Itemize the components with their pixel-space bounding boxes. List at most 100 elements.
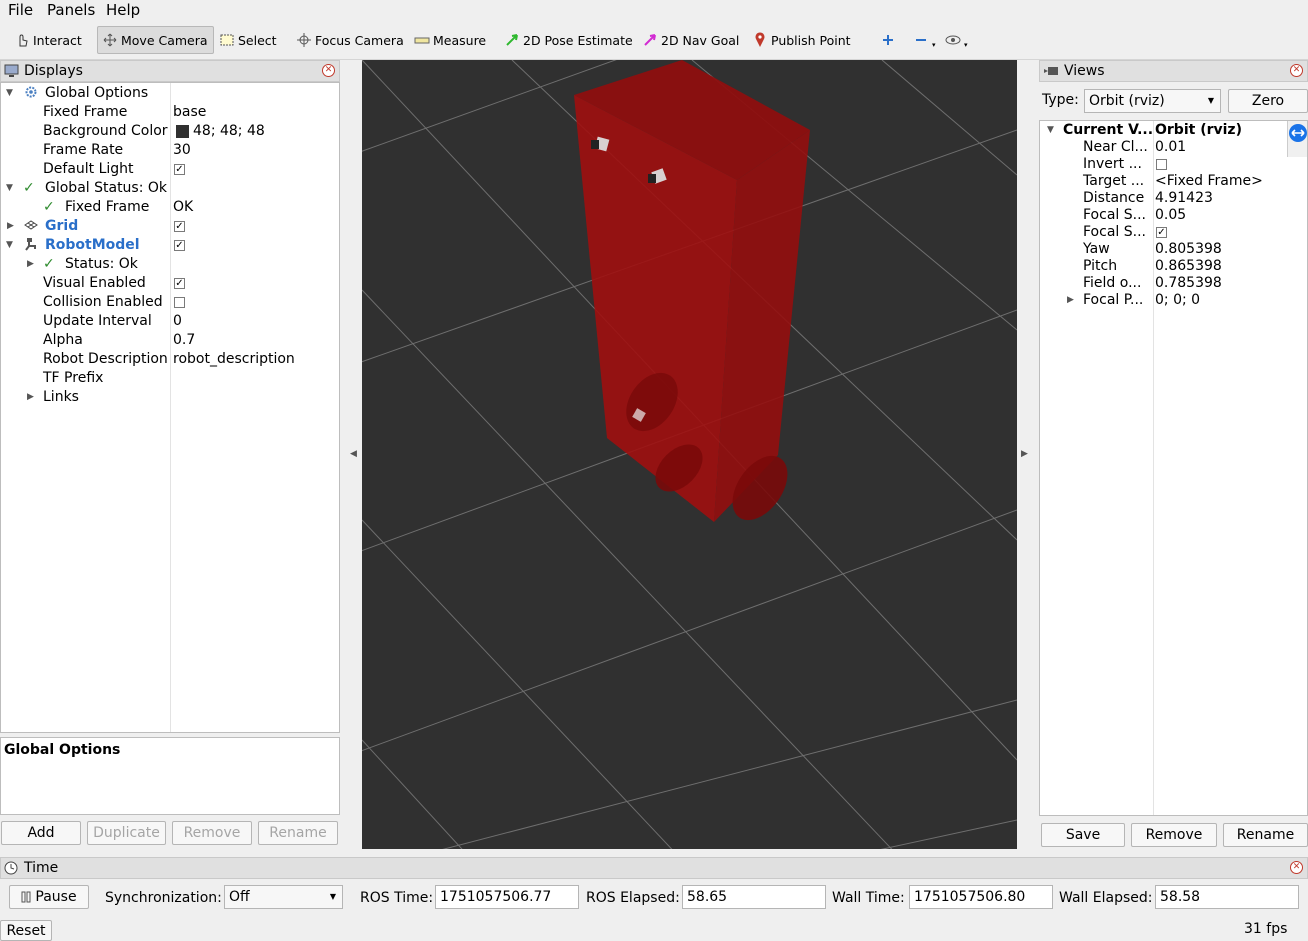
- target-frame-value[interactable]: <Fixed Frame>: [1155, 173, 1263, 190]
- field-of-view-row[interactable]: Field o... 0.785398: [1040, 275, 1307, 292]
- menu-panels[interactable]: Panels: [47, 1, 95, 19]
- focus-camera-tool[interactable]: Focus Camera: [292, 26, 408, 54]
- synchronization-label: Synchronization:: [105, 890, 222, 906]
- links-row[interactable]: ▶ Links: [1, 388, 339, 407]
- frame-rate-row[interactable]: Frame Rate 30: [1, 141, 339, 160]
- focal-shape-fixed-label: Focal S...: [1083, 224, 1146, 240]
- invert-label: Invert ...: [1083, 156, 1142, 172]
- add-display-button[interactable]: Add: [1, 821, 81, 845]
- ros-elapsed-field[interactable]: 58.65: [682, 885, 826, 909]
- alpha-value[interactable]: 0.7: [173, 331, 195, 350]
- robot-description-value[interactable]: robot_description: [173, 350, 295, 369]
- collision-enabled-row[interactable]: Collision Enabled: [1, 293, 339, 312]
- measure-tool[interactable]: Measure: [410, 26, 490, 54]
- pitch-value[interactable]: 0.865398: [1155, 258, 1222, 275]
- robot-description-row[interactable]: Robot Description robot_description: [1, 350, 339, 369]
- duplicate-display-button[interactable]: Duplicate: [87, 821, 166, 845]
- distance-row[interactable]: Distance 4.91423: [1040, 190, 1307, 207]
- focal-shape-fixed-row[interactable]: Focal S... ✓: [1040, 224, 1307, 241]
- alpha-row[interactable]: Alpha 0.7: [1, 331, 339, 350]
- interact-tool[interactable]: Interact: [10, 26, 86, 54]
- render-viewport[interactable]: [362, 60, 1017, 849]
- collapse-right-icon[interactable]: ▶: [1021, 449, 1028, 459]
- ros-time-label: ROS Time:: [360, 890, 434, 906]
- yaw-value[interactable]: 0.805398: [1155, 241, 1222, 258]
- ros-time-field[interactable]: 1751057506.77: [435, 885, 579, 909]
- wall-elapsed-field[interactable]: 58.58: [1155, 885, 1299, 909]
- update-interval-row[interactable]: Update Interval 0: [1, 312, 339, 331]
- pose-estimate-tool[interactable]: 2D Pose Estimate: [500, 26, 637, 54]
- frame-rate-value[interactable]: 30: [173, 141, 191, 160]
- measure-label: Measure: [433, 32, 487, 48]
- background-color-row[interactable]: Background Color 48; 48; 48: [1, 122, 339, 141]
- update-interval-value[interactable]: 0: [173, 312, 182, 331]
- rename-view-button[interactable]: Rename: [1223, 823, 1308, 847]
- select-tool[interactable]: Select: [215, 26, 281, 54]
- pause-button[interactable]: Pause: [9, 885, 89, 909]
- map-pin-icon: [752, 32, 768, 48]
- menu-help[interactable]: Help: [106, 1, 140, 19]
- view-options-button[interactable]: ▾: [941, 26, 972, 54]
- menu-file[interactable]: File: [8, 1, 33, 19]
- visual-enabled-checkbox[interactable]: ✓: [174, 278, 185, 289]
- visual-enabled-row[interactable]: Visual Enabled ✓: [1, 274, 339, 293]
- focal-point-row[interactable]: ▶ Focal P... 0; 0; 0: [1040, 292, 1307, 309]
- rename-display-button[interactable]: Rename: [258, 821, 338, 845]
- tf-prefix-row[interactable]: TF Prefix: [1, 369, 339, 388]
- color-swatch[interactable]: [176, 125, 189, 138]
- global-status-row[interactable]: ▼ ✓ Global Status: Ok: [1, 179, 339, 198]
- grid-row[interactable]: ▶ Grid ✓: [1, 217, 339, 236]
- close-displays-icon[interactable]: ✕: [322, 64, 335, 77]
- fixed-frame-value[interactable]: base: [173, 103, 206, 122]
- focal-shape-size-row[interactable]: Focal S... 0.05: [1040, 207, 1307, 224]
- remove-tool-button[interactable]: ▾: [909, 26, 940, 54]
- view-type-select[interactable]: Orbit (rviz) ▼: [1084, 89, 1221, 113]
- target-frame-row[interactable]: Target ... <Fixed Frame>: [1040, 173, 1307, 190]
- reset-button[interactable]: Reset: [0, 920, 52, 941]
- status-fixed-frame-row[interactable]: ✓ Fixed Frame OK: [1, 198, 339, 217]
- background-color-label: Background Color: [43, 123, 168, 139]
- grid-checkbox[interactable]: ✓: [174, 221, 185, 232]
- remove-view-button[interactable]: Remove: [1131, 823, 1217, 847]
- robot-model-row[interactable]: ▼ RobotModel ✓: [1, 236, 339, 255]
- move-camera-tool[interactable]: Move Camera: [97, 26, 214, 54]
- save-view-button[interactable]: Save: [1041, 823, 1125, 847]
- near-clip-value[interactable]: 0.01: [1155, 139, 1186, 156]
- zero-view-button[interactable]: Zero: [1228, 89, 1308, 113]
- remove-display-button[interactable]: Remove: [172, 821, 252, 845]
- robot-model-checkbox[interactable]: ✓: [174, 240, 185, 251]
- focal-shape-fixed-checkbox[interactable]: ✓: [1156, 227, 1167, 238]
- collapse-left-icon[interactable]: ◀: [350, 449, 357, 459]
- frame-rate-label: Frame Rate: [43, 142, 124, 158]
- robot-status-row[interactable]: ▶ ✓ Status: Ok: [1, 255, 339, 274]
- current-view-row[interactable]: ▼ Current V... Orbit (rviz): [1040, 122, 1307, 139]
- field-of-view-value[interactable]: 0.785398: [1155, 275, 1222, 292]
- collision-enabled-checkbox[interactable]: [174, 297, 185, 308]
- nav-goal-tool[interactable]: 2D Nav Goal: [638, 26, 743, 54]
- wall-time-field[interactable]: 1751057506.80: [909, 885, 1053, 909]
- near-clip-row[interactable]: Near Cl... 0.01: [1040, 139, 1307, 156]
- default-light-checkbox[interactable]: ✓: [174, 164, 185, 175]
- add-tool-button[interactable]: [876, 26, 903, 54]
- distance-value[interactable]: 4.91423: [1155, 190, 1213, 207]
- global-options-row[interactable]: ▼ Global Options: [1, 84, 339, 103]
- yaw-row[interactable]: Yaw 0.805398: [1040, 241, 1307, 258]
- invert-checkbox[interactable]: [1156, 159, 1167, 170]
- pitch-label: Pitch: [1083, 258, 1118, 274]
- background-color-value[interactable]: 48; 48; 48: [193, 122, 265, 141]
- invert-row[interactable]: Invert ...: [1040, 156, 1307, 173]
- default-light-row[interactable]: Default Light ✓: [1, 160, 339, 179]
- close-time-icon[interactable]: ✕: [1290, 861, 1303, 874]
- synchronization-select[interactable]: Off ▼: [224, 885, 343, 909]
- pitch-row[interactable]: Pitch 0.865398: [1040, 258, 1307, 275]
- focal-point-value[interactable]: 0; 0; 0: [1155, 292, 1200, 309]
- scene-canvas: [362, 60, 1017, 849]
- publish-point-tool[interactable]: Publish Point: [748, 26, 855, 54]
- synchronization-value: Off: [229, 889, 250, 905]
- focal-shape-size-value[interactable]: 0.05: [1155, 207, 1186, 224]
- fixed-frame-row[interactable]: Fixed Frame base: [1, 103, 339, 122]
- collision-enabled-label: Collision Enabled: [43, 294, 163, 310]
- camera-icon: [1043, 66, 1059, 76]
- close-views-icon[interactable]: ✕: [1290, 64, 1303, 77]
- toolbar: Interact Move Camera Select Focus Camera…: [0, 22, 1308, 60]
